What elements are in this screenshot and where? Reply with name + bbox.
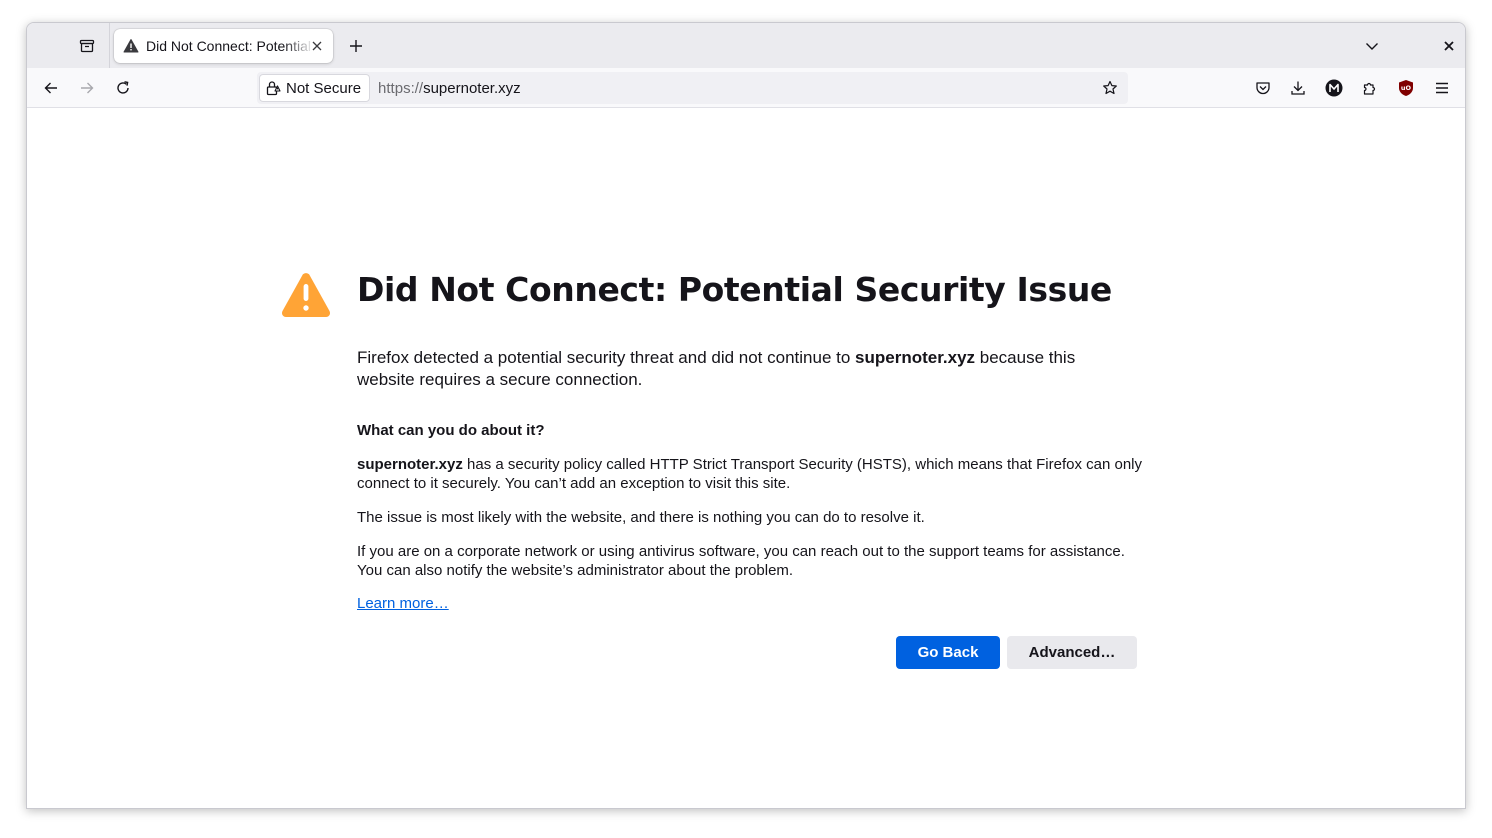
error-intro: Firefox detected a potential security th… bbox=[357, 347, 1117, 391]
forward-button[interactable] bbox=[71, 72, 103, 104]
what-can-you-do-heading: What can you do about it? bbox=[357, 422, 545, 439]
hsts-text: has a security policy called HTTP Strict… bbox=[357, 456, 1143, 492]
close-icon bbox=[312, 41, 322, 51]
app-menu-button[interactable] bbox=[1426, 72, 1458, 104]
tab-title: Did Not Connect: Potential Security Issu… bbox=[146, 38, 314, 54]
hamburger-menu-icon bbox=[1436, 82, 1448, 94]
url-bar[interactable]: Not Secure https://supernoter.xyz bbox=[257, 72, 1128, 104]
tab-strip: Did Not Connect: Potential Security Issu… bbox=[27, 23, 1465, 68]
url-scheme: https:// bbox=[378, 79, 424, 97]
error-page: Did Not Connect: Potential Security Issu… bbox=[27, 109, 1465, 808]
corporate-network-advice: If you are on a corporate network or usi… bbox=[357, 543, 1125, 579]
ublock-shield-icon: uO bbox=[1399, 80, 1413, 96]
puzzle-icon bbox=[1363, 82, 1376, 95]
close-icon bbox=[1444, 41, 1454, 51]
url-host: supernoter.xyz bbox=[423, 79, 521, 97]
warning-icon bbox=[123, 38, 139, 54]
star-icon bbox=[1103, 80, 1117, 95]
browser-window: Did Not Connect: Potential Security Issu… bbox=[26, 22, 1466, 809]
not-secure-label: Not Secure bbox=[286, 79, 362, 97]
warning-icon bbox=[281, 273, 331, 317]
list-all-tabs-button[interactable] bbox=[1357, 32, 1387, 60]
hsts-explanation: supernoter.xyz has a security policy cal… bbox=[357, 455, 1147, 493]
learn-more-link[interactable]: Learn more… bbox=[357, 595, 449, 612]
reload-button[interactable] bbox=[107, 72, 139, 104]
navigation-toolbar: Not Secure https://supernoter.xyz uO bbox=[27, 68, 1465, 108]
url-text[interactable]: https://supernoter.xyz bbox=[378, 80, 521, 97]
pocket-button[interactable] bbox=[1247, 72, 1279, 104]
extensions-button[interactable] bbox=[1354, 72, 1386, 104]
tab-separator bbox=[109, 23, 110, 68]
new-tab-button[interactable] bbox=[341, 32, 371, 60]
downloads-button[interactable] bbox=[1282, 72, 1314, 104]
window-close-button[interactable] bbox=[1435, 32, 1463, 60]
bookmark-star-button[interactable] bbox=[1098, 76, 1122, 100]
account-button[interactable] bbox=[1318, 72, 1350, 104]
go-back-button[interactable]: Go Back bbox=[896, 636, 1000, 669]
tab-active[interactable]: Did Not Connect: Potential Security Issu… bbox=[114, 29, 333, 63]
firefox-view-icon bbox=[79, 39, 95, 53]
site-identity-button[interactable]: Not Secure bbox=[259, 74, 371, 102]
insecure-lock-icon bbox=[266, 81, 281, 96]
plus-icon bbox=[350, 40, 362, 52]
hsts-host: supernoter.xyz bbox=[357, 456, 463, 473]
advanced-button[interactable]: Advanced… bbox=[1007, 636, 1137, 669]
back-button[interactable] bbox=[35, 72, 67, 104]
tab-close-button[interactable] bbox=[309, 38, 325, 54]
firefox-view-button[interactable] bbox=[71, 32, 103, 60]
svg-text:uO: uO bbox=[1401, 84, 1412, 92]
ublock-origin-button[interactable]: uO bbox=[1390, 72, 1422, 104]
arrow-right-icon bbox=[81, 82, 94, 94]
chevron-down-icon bbox=[1366, 43, 1378, 50]
reload-icon bbox=[117, 81, 129, 94]
pocket-icon bbox=[1256, 82, 1270, 95]
intro-text-before: Firefox detected a potential security th… bbox=[357, 348, 856, 367]
error-title: Did Not Connect: Potential Security Issu… bbox=[357, 270, 1112, 309]
issue-explanation: The issue is most likely with the websit… bbox=[357, 509, 925, 526]
arrow-left-icon bbox=[44, 82, 57, 94]
intro-host: supernoter.xyz bbox=[855, 348, 976, 367]
account-avatar-icon bbox=[1325, 79, 1343, 97]
download-icon bbox=[1291, 81, 1305, 95]
